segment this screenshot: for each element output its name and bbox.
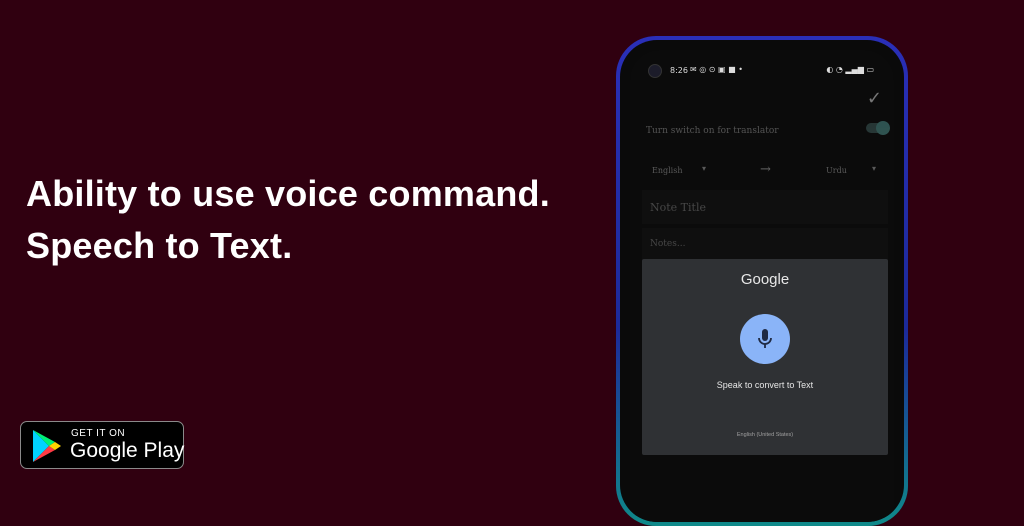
wifi-icon: ◔ <box>835 65 843 74</box>
battery-icon: ▭ <box>866 65 874 74</box>
badge-get-it-on: GET IT ON <box>71 428 126 439</box>
target-language-select[interactable]: Urdu <box>826 166 847 175</box>
notes-placeholder: Notes... <box>650 239 686 249</box>
status-bar: 8:26 ✉ ◎ ⊙ ▣ ■ • ◐ ◔ ▂▄▆ ▭ <box>630 62 894 78</box>
microphone-button[interactable] <box>740 314 790 364</box>
checkmark-icon[interactable]: ✓ <box>867 88 882 109</box>
square-icon: ▣ <box>718 65 726 74</box>
chevron-down-icon[interactable]: ▾ <box>872 164 876 173</box>
white-square-icon: ■ <box>728 65 736 74</box>
translator-label: Turn switch on for translator <box>646 126 779 136</box>
mail-icon: ✉ <box>690 65 697 74</box>
speech-language[interactable]: English (United States) <box>642 432 888 438</box>
status-icons-right: ◐ ◔ ▂▄▆ ▭ <box>826 65 874 74</box>
note-title-placeholder: Note Title <box>650 201 706 214</box>
headline-line-2: Speech to Text. <box>26 225 293 266</box>
badge-store-name: Google Play <box>70 439 185 462</box>
google-logo-text: Google <box>740 271 790 288</box>
speech-dialog: Google Speak to convert to Text English … <box>642 259 888 455</box>
app-icon: ⊙ <box>708 65 716 74</box>
notes-input[interactable]: Notes... <box>642 228 888 262</box>
phone-frame: 8:26 ✉ ◎ ⊙ ▣ ■ • ◐ ◔ ▂▄▆ ▭ ✓ Turn switch… <box>616 36 908 526</box>
dot-icon: • <box>738 65 743 74</box>
signal-icon: ▂▄▆ <box>845 65 864 74</box>
translator-switch[interactable] <box>866 121 890 135</box>
notification-icon: ◎ <box>699 65 707 74</box>
translator-toggle-row: Turn switch on for translator <box>646 121 890 136</box>
promo-headline: Ability to use voice command. Speech to … <box>26 168 550 272</box>
google-play-icon <box>33 430 61 462</box>
arrow-right-icon: → <box>760 162 771 177</box>
alarm-icon: ◐ <box>826 65 834 74</box>
phone-screen: 8:26 ✉ ◎ ⊙ ▣ ■ • ◐ ◔ ▂▄▆ ▭ ✓ Turn switch… <box>630 50 894 522</box>
phone-body: 8:26 ✉ ◎ ⊙ ▣ ■ • ◐ ◔ ▂▄▆ ▭ ✓ Turn switch… <box>620 40 904 522</box>
status-icons-left: ✉ ◎ ⊙ ▣ ■ • <box>690 65 743 74</box>
source-language-select[interactable]: English <box>652 166 683 175</box>
front-camera <box>648 64 662 78</box>
headline-line-1: Ability to use voice command. <box>26 173 550 214</box>
speech-prompt: Speak to convert to Text <box>716 380 814 390</box>
status-time: 8:26 <box>670 66 688 75</box>
language-row: English ▾ → Urdu ▾ <box>630 154 894 184</box>
switch-knob <box>876 121 890 135</box>
microphone-icon <box>758 329 772 348</box>
note-title-input[interactable]: Note Title <box>642 190 888 224</box>
google-play-badge[interactable]: GET IT ON Google Play <box>20 421 184 469</box>
chevron-down-icon[interactable]: ▾ <box>702 164 706 173</box>
